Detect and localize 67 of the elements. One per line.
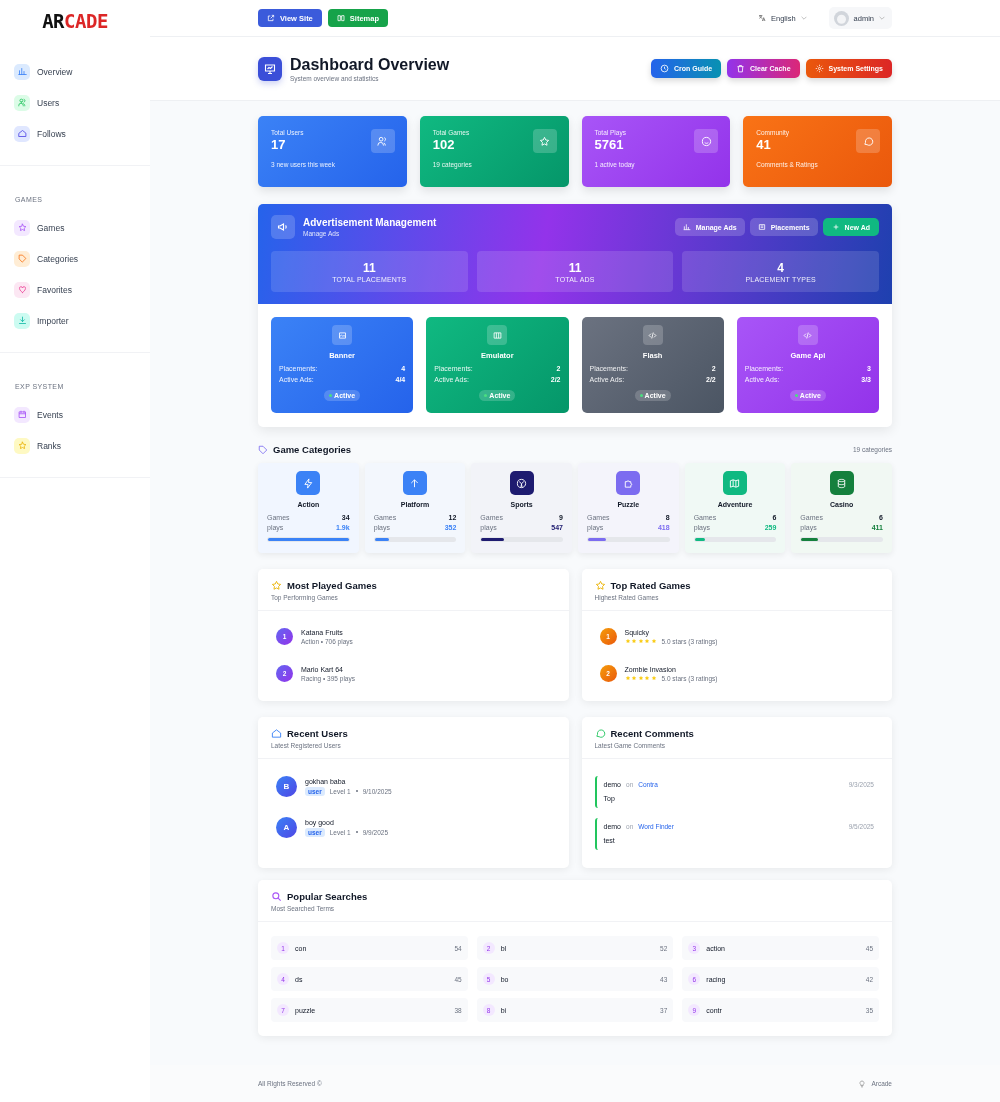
- external-link-icon: [267, 14, 275, 22]
- download-icon: [17, 316, 27, 325]
- users-icon: [377, 135, 389, 147]
- logo[interactable]: ARCADE: [0, 0, 150, 44]
- section-title: Game Categories: [273, 444, 352, 455]
- stat-value: 5761: [594, 137, 625, 152]
- chat-icon: [862, 135, 874, 147]
- user-avatar: A: [276, 817, 297, 838]
- sidebar-item[interactable]: Favorites: [14, 274, 136, 305]
- user-avatar: B: [276, 776, 297, 797]
- sidebar-item[interactable]: Importer: [14, 305, 136, 336]
- sidebar-item[interactable]: Categories: [14, 243, 136, 274]
- caret-icon: [800, 16, 807, 20]
- puzzle-icon: [616, 471, 641, 495]
- lightbulb-icon: [858, 1079, 867, 1088]
- arrow-up-icon: [403, 471, 427, 495]
- heart-icon: [17, 285, 27, 294]
- columns-icon: [487, 325, 508, 345]
- sidebar-item[interactable]: Overview: [14, 56, 136, 87]
- avatar-icon: [833, 10, 849, 26]
- bolt-icon: [296, 471, 321, 495]
- house-icon: [17, 129, 27, 138]
- card-title: Recent Comments: [610, 728, 694, 739]
- database-icon: [829, 471, 854, 495]
- total-value: 11: [568, 260, 582, 275]
- stat-value: 41: [756, 137, 772, 152]
- tag-icon: [258, 444, 268, 455]
- plus-icon: [831, 223, 840, 231]
- card-title: Most Played Games: [287, 580, 377, 591]
- megaphone-icon: [271, 215, 295, 239]
- star-icon: [17, 223, 27, 232]
- image-icon: [332, 325, 353, 345]
- code-icon: [797, 325, 818, 345]
- house-icon: [271, 728, 282, 739]
- clock-icon: [659, 64, 669, 73]
- total-value: 11: [363, 260, 376, 275]
- star-icon: [539, 135, 550, 147]
- total-value: 4: [777, 260, 784, 275]
- ads-title: Advertisement Management: [303, 217, 437, 228]
- sidebar-item[interactable]: Ranks: [14, 430, 136, 461]
- card-title: Popular Searches: [287, 891, 368, 902]
- card-title: Recent Users: [287, 728, 348, 739]
- code-icon: [642, 325, 663, 345]
- smile-icon: [700, 135, 712, 147]
- trash-icon: [736, 64, 746, 73]
- chat-icon: [594, 728, 606, 739]
- search-icon: [271, 891, 282, 902]
- star-icon: [17, 441, 27, 450]
- chart-icon: [17, 67, 27, 76]
- presentation-icon: [258, 56, 282, 81]
- sidebar-item[interactable]: Users: [14, 87, 136, 118]
- chart-icon: [682, 223, 691, 231]
- card-title: Top Rated Games: [610, 580, 691, 591]
- stat-value: 102: [432, 137, 456, 152]
- sidebar-item[interactable]: Games: [14, 212, 136, 243]
- star-icon: [271, 580, 282, 591]
- tag-icon: [17, 254, 27, 263]
- caret-icon: [879, 16, 885, 20]
- translate-icon: [757, 14, 766, 22]
- page-title: Dashboard Overview: [290, 55, 450, 74]
- sidebar-item[interactable]: Follows: [14, 118, 136, 149]
- users-icon: [17, 98, 27, 107]
- calendar-icon: [17, 410, 27, 419]
- sidebar-item[interactable]: Events: [14, 399, 136, 430]
- settings-icon: [814, 64, 824, 73]
- star-icon: [594, 580, 606, 591]
- stat-value: 17: [271, 137, 287, 152]
